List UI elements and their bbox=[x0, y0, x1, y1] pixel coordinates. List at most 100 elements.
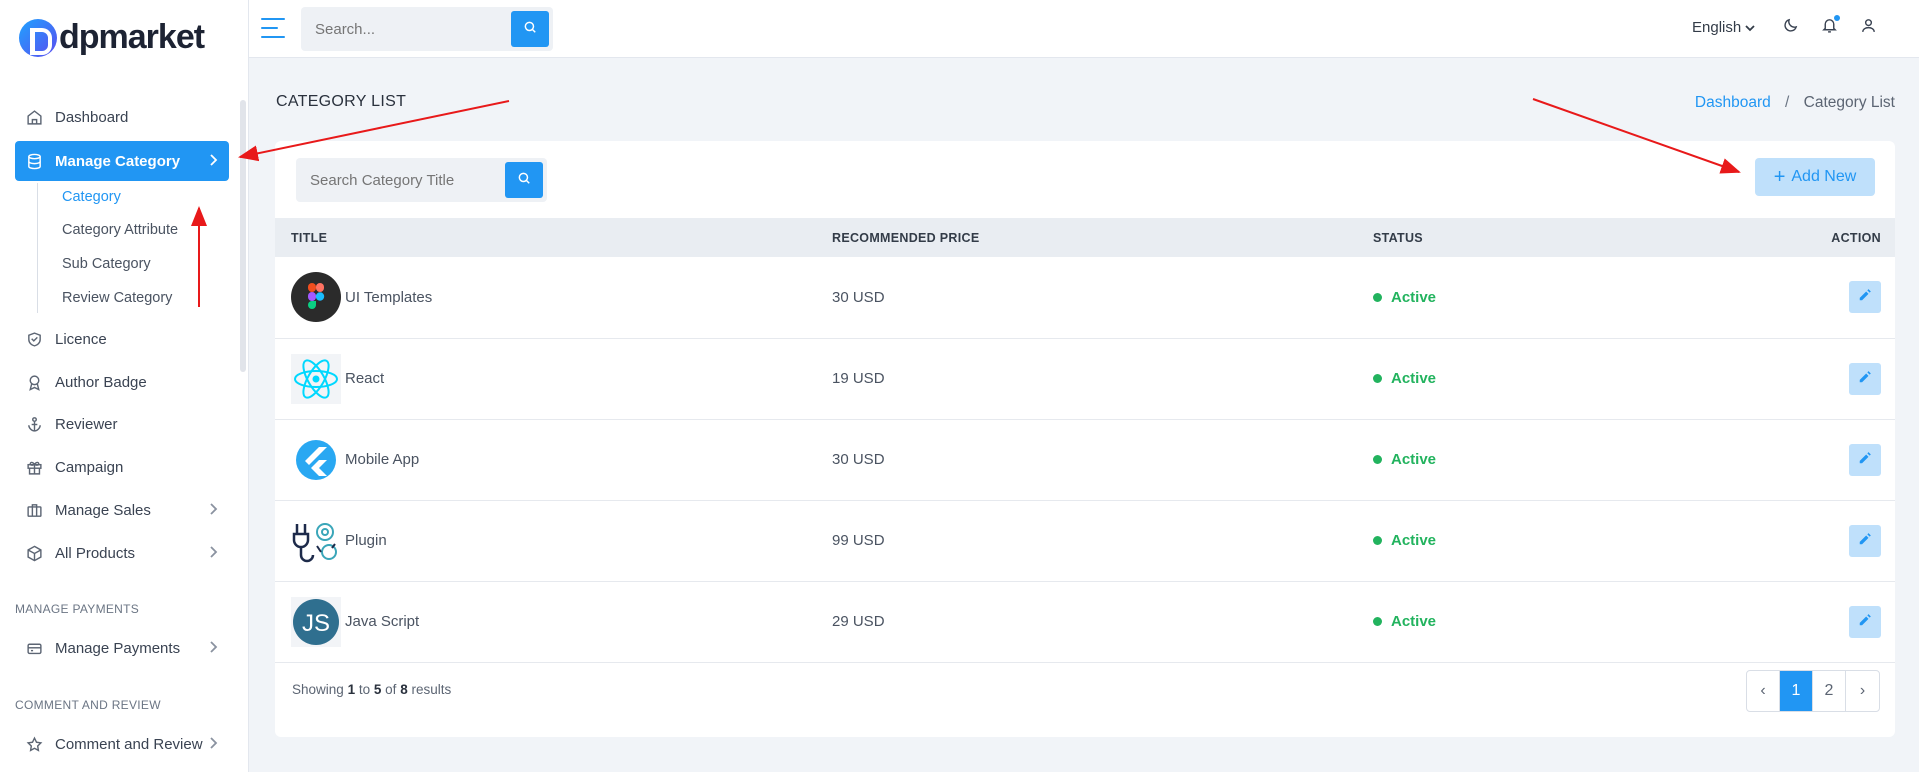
table-header-row: TITLE RECOMMENDED PRICE STATUS ACTION bbox=[275, 218, 1895, 257]
sidebar-item-reviewer[interactable]: Reviewer bbox=[15, 404, 229, 444]
table-row: React 19 USD Active bbox=[275, 338, 1895, 419]
chevron-right-icon bbox=[207, 736, 219, 753]
language-label: English bbox=[1692, 19, 1742, 36]
global-search-button[interactable] bbox=[511, 11, 549, 47]
sidebar-item-label: Manage Sales bbox=[55, 501, 151, 519]
sidebar-item-label: Reviewer bbox=[55, 415, 118, 433]
notifications-button[interactable] bbox=[1818, 15, 1840, 39]
notification-dot bbox=[1834, 15, 1840, 21]
column-header-price: RECOMMENDED PRICE bbox=[832, 230, 980, 245]
sidebar-item-label: Manage Category bbox=[55, 152, 181, 170]
status-badge: Active bbox=[1373, 532, 1673, 549]
pencil-icon bbox=[1858, 613, 1872, 631]
anchor-icon bbox=[25, 415, 43, 433]
row-price: 30 USD bbox=[832, 288, 885, 306]
sub-item-sub-category[interactable]: Sub Category bbox=[62, 256, 151, 272]
pagination-next[interactable]: › bbox=[1846, 671, 1879, 711]
submenu-line bbox=[37, 183, 38, 313]
star-icon bbox=[25, 735, 43, 753]
sidebar-item-label: Author Badge bbox=[55, 373, 147, 391]
sidebar-scrollbar[interactable] bbox=[240, 100, 246, 372]
pagination-prev[interactable]: ‹ bbox=[1747, 671, 1780, 711]
pencil-icon bbox=[1858, 370, 1872, 388]
add-new-button[interactable]: + Add New bbox=[1755, 158, 1875, 196]
sub-item-review-category[interactable]: Review Category bbox=[62, 290, 172, 306]
pencil-icon bbox=[1858, 532, 1872, 550]
row-price: 29 USD bbox=[832, 613, 885, 630]
edit-button[interactable] bbox=[1849, 605, 1881, 638]
chevron-right-icon bbox=[207, 153, 219, 170]
brand-logo[interactable]: dpmarket bbox=[19, 18, 205, 57]
status-badge: Active bbox=[1373, 370, 1673, 387]
row-title: React bbox=[345, 370, 385, 387]
edit-button[interactable] bbox=[1849, 443, 1881, 476]
results-summary: Showing 1 to 5 of 8 results bbox=[292, 682, 451, 697]
pagination: ‹ 1 2 › bbox=[1746, 670, 1880, 712]
sidebar-item-author-badge[interactable]: Author Badge bbox=[15, 362, 229, 402]
menu-toggle-icon[interactable] bbox=[261, 18, 285, 38]
pagination-page-1[interactable]: 1 bbox=[1780, 671, 1813, 711]
summary-from: 1 bbox=[347, 682, 356, 697]
sidebar-item-campaign[interactable]: Campaign bbox=[15, 447, 229, 487]
status-dot bbox=[1373, 455, 1382, 464]
status-label: Active bbox=[1391, 370, 1437, 387]
section-title-comment-review: COMMENT AND REVIEW bbox=[15, 698, 161, 712]
category-search-input[interactable] bbox=[296, 158, 496, 202]
briefcase-icon bbox=[25, 501, 43, 519]
summary-of-word: of bbox=[385, 682, 397, 697]
row-price: 99 USD bbox=[832, 532, 885, 549]
global-search-input[interactable] bbox=[301, 7, 501, 51]
column-header-action: ACTION bbox=[1831, 230, 1881, 245]
sidebar-item-manage-category[interactable]: Manage Category bbox=[15, 141, 229, 181]
status-dot bbox=[1373, 536, 1382, 545]
sub-item-category-attribute[interactable]: Category Attribute bbox=[62, 222, 178, 238]
sidebar-item-label: Manage Payments bbox=[55, 639, 181, 657]
status-badge: Active bbox=[1373, 451, 1673, 468]
category-search bbox=[296, 158, 547, 202]
search-icon bbox=[523, 20, 537, 39]
sidebar-item-dashboard[interactable]: Dashboard bbox=[15, 97, 229, 137]
category-search-button[interactable] bbox=[505, 162, 543, 198]
dark-mode-toggle[interactable] bbox=[1779, 17, 1801, 39]
sidebar-item-label: Licence bbox=[55, 330, 107, 348]
pencil-icon bbox=[1858, 288, 1872, 306]
sidebar-item-label: Dashboard bbox=[55, 108, 129, 126]
gift-icon bbox=[25, 458, 43, 476]
pagination-page-2[interactable]: 2 bbox=[1813, 671, 1846, 711]
chevron-down-icon bbox=[1745, 19, 1756, 36]
sidebar-item-comment-review[interactable]: Comment and Review bbox=[15, 724, 229, 764]
row-title: Plugin bbox=[345, 532, 387, 549]
search-icon bbox=[517, 171, 531, 190]
chevron-right-icon bbox=[207, 502, 219, 519]
user-menu-button[interactable] bbox=[1857, 17, 1879, 39]
edit-button[interactable] bbox=[1849, 524, 1881, 557]
table-row: JS Java Script 29 USD Active bbox=[275, 581, 1895, 662]
sidebar-item-manage-payments[interactable]: Manage Payments bbox=[15, 628, 229, 668]
column-header-status: STATUS bbox=[1373, 230, 1423, 245]
edit-button[interactable] bbox=[1849, 281, 1881, 314]
status-label: Active bbox=[1391, 288, 1437, 306]
language-selector[interactable]: English bbox=[1692, 19, 1756, 36]
status-dot bbox=[1373, 617, 1382, 626]
sidebar-item-manage-sales[interactable]: Manage Sales bbox=[15, 490, 229, 530]
breadcrumb-dashboard-link[interactable]: Dashboard bbox=[1695, 94, 1771, 111]
global-search bbox=[301, 7, 553, 51]
flutter-icon bbox=[291, 435, 341, 485]
box-icon bbox=[25, 544, 43, 562]
table-row: Mobile App 30 USD Active bbox=[275, 419, 1895, 500]
row-price: 19 USD bbox=[832, 370, 885, 387]
edit-button[interactable] bbox=[1849, 362, 1881, 395]
row-price: 30 USD bbox=[832, 451, 885, 468]
sidebar-item-label: Comment and Review bbox=[55, 735, 203, 753]
sub-item-category[interactable]: Category bbox=[62, 189, 121, 205]
summary-to: 5 bbox=[373, 682, 382, 697]
chevron-right-icon bbox=[207, 640, 219, 657]
sidebar-item-licence[interactable]: Licence bbox=[15, 319, 229, 359]
category-list-card: + Add New TITLE RECOMMENDED PRICE STATUS… bbox=[275, 141, 1895, 737]
sidebar-item-all-products[interactable]: All Products bbox=[15, 533, 229, 573]
summary-showing: Showing bbox=[292, 682, 344, 697]
breadcrumb: Dashboard / Category List bbox=[1695, 94, 1895, 112]
status-dot bbox=[1373, 374, 1382, 383]
sidebar-item-label: All Products bbox=[55, 544, 136, 562]
breadcrumb-current: Category List bbox=[1803, 94, 1895, 111]
